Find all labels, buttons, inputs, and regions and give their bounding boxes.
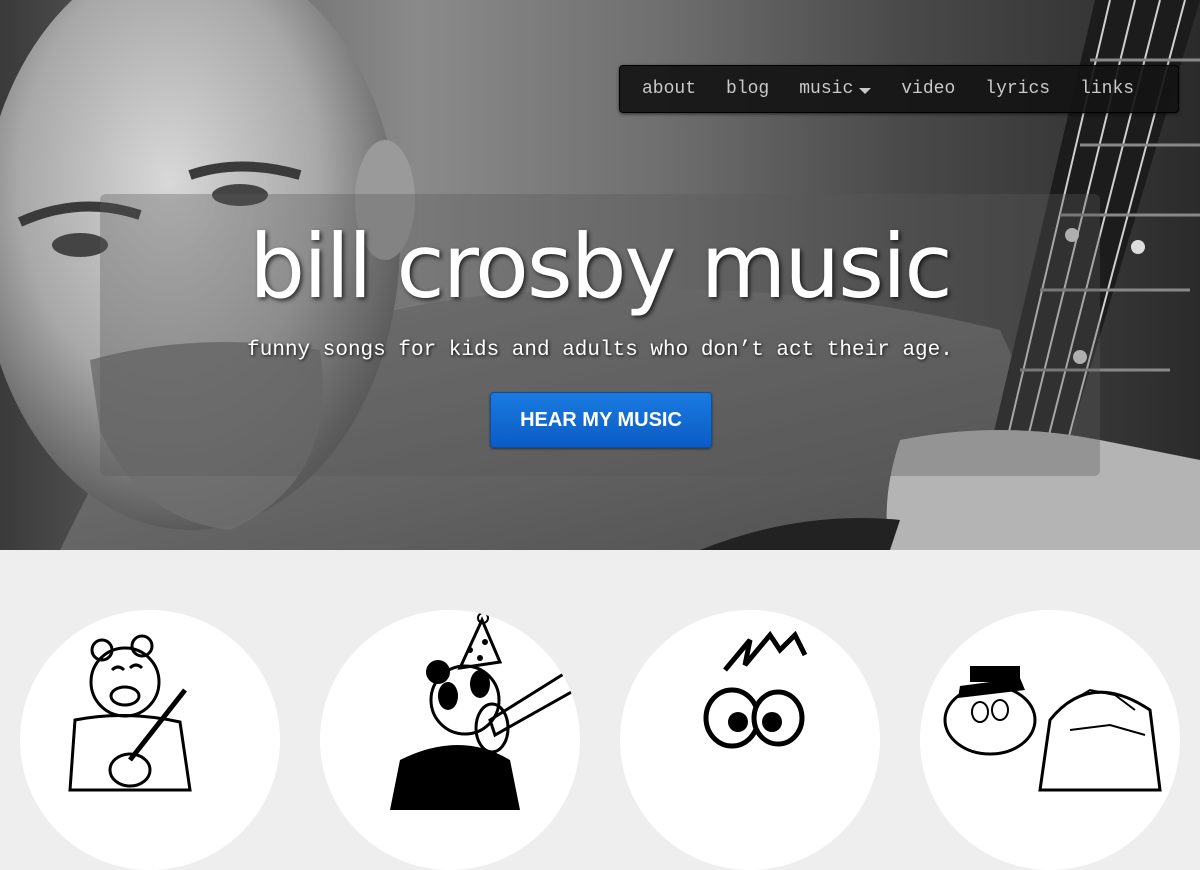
nav-lyrics[interactable]: lyrics xyxy=(985,79,1050,99)
nav-music-dropdown[interactable]: music xyxy=(799,79,872,99)
nav-links[interactable]: links xyxy=(1080,79,1134,99)
hero-section: about blog music video lyrics links bill… xyxy=(0,0,1200,550)
nav-video[interactable]: video xyxy=(901,79,955,99)
nav-music-label: music xyxy=(799,79,854,99)
panda-trombone-icon[interactable] xyxy=(320,610,580,870)
nav-about[interactable]: about xyxy=(642,79,696,99)
hear-my-music-button[interactable]: HEAR MY MUSIC xyxy=(490,392,712,448)
chevron-down-icon xyxy=(859,87,872,94)
main-navbar: about blog music video lyrics links xyxy=(619,65,1179,113)
cartoon-eyes-icon[interactable] xyxy=(620,610,880,870)
hero-tagline: funny songs for kids and adults who don’… xyxy=(247,339,953,362)
bear-ukulele-icon[interactable] xyxy=(20,610,280,870)
turtle-icon[interactable] xyxy=(920,610,1180,870)
page-title: bill crosby music xyxy=(249,215,953,318)
nav-blog[interactable]: blog xyxy=(726,79,769,99)
feature-circles xyxy=(0,550,1200,870)
